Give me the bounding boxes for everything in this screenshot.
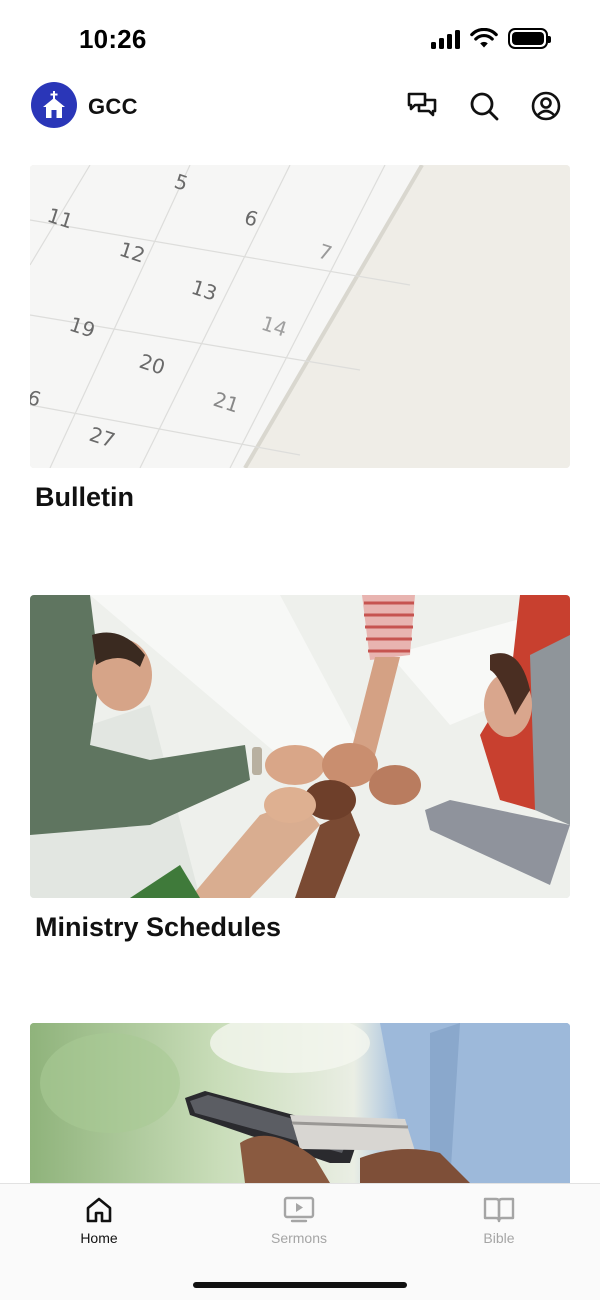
header-actions xyxy=(406,90,562,122)
card-title: Ministry Schedules xyxy=(35,912,282,942)
user-circle-icon xyxy=(531,91,561,121)
wifi-icon xyxy=(470,28,498,48)
chat-bubbles-icon xyxy=(407,92,437,117)
search-icon xyxy=(470,92,499,121)
ministry-schedules-card[interactable]: Ministry Schedules xyxy=(30,595,570,943)
bulletin-card[interactable]: 5 6 7 11 12 13 14 19 20 21 27 6 Bulletin xyxy=(30,165,570,513)
calendar-photo: 5 6 7 11 12 13 14 19 20 21 27 6 xyxy=(30,165,570,468)
search-button[interactable] xyxy=(468,90,500,122)
battery-icon xyxy=(508,28,551,49)
phone-payment-photo xyxy=(30,1023,570,1183)
status-time: 10:26 xyxy=(79,24,147,54)
status-icons xyxy=(431,28,551,49)
tab-home[interactable]: Home xyxy=(39,1196,159,1246)
giving-image xyxy=(30,1023,570,1183)
status-bar: 10:26 xyxy=(0,0,600,70)
ministry-schedules-image xyxy=(30,595,570,898)
profile-button[interactable] xyxy=(530,90,562,122)
tab-label: Bible xyxy=(483,1230,515,1246)
home-indicator[interactable] xyxy=(193,1282,407,1288)
team-fist-bump-photo xyxy=(30,595,570,898)
church-logo[interactable] xyxy=(31,82,77,128)
book-icon xyxy=(483,1197,515,1223)
app-header: GCC xyxy=(0,82,600,130)
tab-label: Home xyxy=(80,1230,118,1246)
tab-sermons[interactable]: Sermons xyxy=(239,1196,359,1246)
card-title: Bulletin xyxy=(35,482,134,512)
tab-bible[interactable]: Bible xyxy=(439,1196,559,1246)
messages-button[interactable] xyxy=(406,90,438,122)
church-icon xyxy=(43,91,65,118)
tab-bar: Home Sermons Bible xyxy=(0,1183,600,1300)
giving-card[interactable] xyxy=(30,1023,570,1183)
video-icon xyxy=(283,1196,315,1223)
home-icon xyxy=(86,1197,112,1223)
tab-label: Sermons xyxy=(270,1230,328,1246)
bulletin-image: 5 6 7 11 12 13 14 19 20 21 27 6 xyxy=(30,165,570,468)
app-title: GCC xyxy=(88,94,138,119)
cellular-signal-icon xyxy=(431,29,460,49)
